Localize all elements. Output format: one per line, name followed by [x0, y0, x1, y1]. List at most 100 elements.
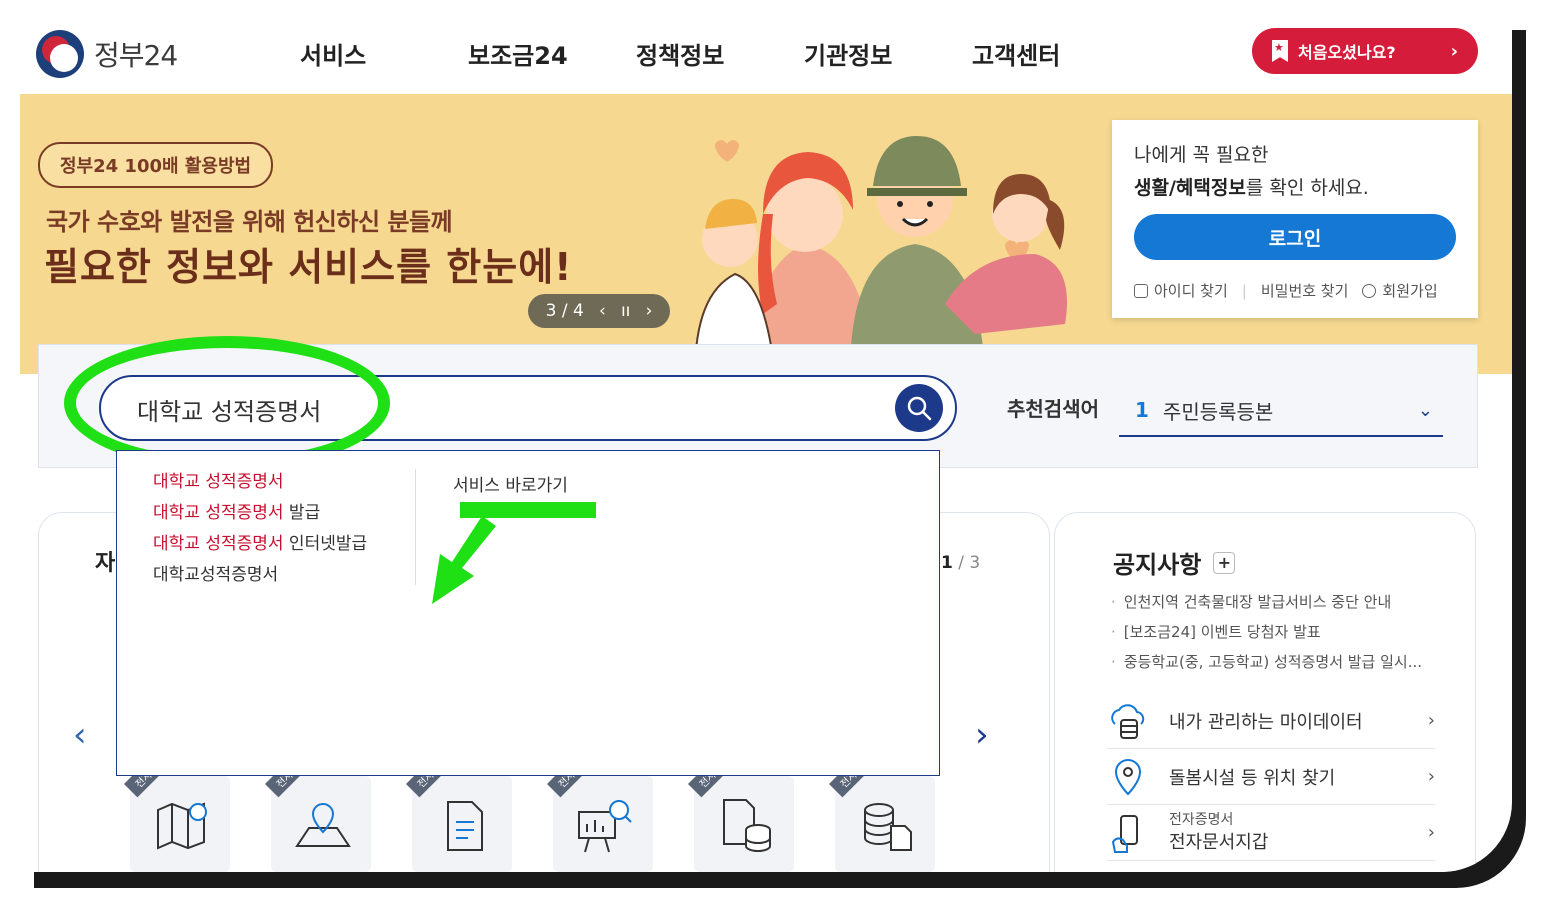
pager-current: 1 — [941, 553, 953, 573]
service-tile[interactable]: 전자증명 — [124, 746, 230, 872]
recommended-term[interactable]: 주민등록등본 — [1163, 396, 1273, 425]
phone-hand-icon — [1111, 814, 1138, 853]
quick-link-mydata[interactable]: 내가 관리하는 마이데이터 › — [1107, 693, 1435, 749]
slide-controls: 3 / 4 ‹ ıı › — [528, 294, 670, 328]
notice-item[interactable]: 중등학교(중, 고등학교) 성적증명서 발급 일시... — [1111, 651, 1422, 681]
pager-total: / 3 — [958, 553, 981, 573]
hero-subtitle: 국가 수호와 발전을 위해 헌신하신 분들께 — [46, 208, 453, 236]
first-visit-button[interactable]: 처음오셨나요? › — [1252, 28, 1478, 74]
nav-item-agency[interactable]: 기관정보 — [804, 36, 972, 71]
map-icon — [157, 802, 207, 850]
find-password-link[interactable]: 비밀번호 찾기 — [1261, 280, 1349, 301]
autocomplete-rest: 대학교성적증명서 — [153, 565, 279, 585]
document-icon — [447, 801, 483, 851]
chevron-right-icon: › — [1450, 40, 1458, 62]
chevron-right-icon: › — [1427, 822, 1435, 843]
find-id-label: 아이디 찾기 — [1154, 282, 1228, 300]
hero-banner[interactable]: 정부24 100배 활용방법 국가 수호와 발전을 위해 헌신하신 분들께 필요… — [20, 94, 1512, 374]
login-button[interactable]: 로그인 — [1134, 214, 1456, 260]
cloud-database-icon — [1111, 703, 1145, 739]
login-message-line2: 생활/혜택정보를 확인 하세요. — [1134, 173, 1456, 200]
service-tile[interactable]: 전자증명 — [547, 746, 653, 872]
quick-link-wallet[interactable]: 전자증명서 전자문서지갑 › — [1107, 805, 1435, 861]
autocomplete-highlight: 대학교 성적증명서 — [153, 472, 284, 492]
plus-icon[interactable]: + — [1213, 551, 1236, 574]
notice-item[interactable]: 인천지역 건축물대장 발급서비스 중단 안내 — [1111, 591, 1422, 621]
nav-item-subsidy[interactable]: 보조금24 — [468, 36, 636, 71]
first-visit-label: 처음오셨나요? — [1298, 43, 1396, 62]
autocomplete-item[interactable]: 대학교 성적증명서 인터넷발급 — [153, 533, 367, 564]
notice-card: 공지사항 + 인천지역 건축물대장 발급서비스 중단 안내 [보조금24] 이벤… — [1054, 512, 1476, 872]
logo-text: 정부24 — [94, 39, 178, 72]
annotation-arrow-icon — [432, 516, 496, 604]
browser-frame: 정부24 서비스 보조금24 정책정보 기관정보 고객센터 처음오셨나요? › … — [20, 14, 1512, 872]
notice-item[interactable]: [보조금24] 이벤트 당첨자 발표 — [1111, 621, 1422, 651]
service-shortcut-label[interactable]: 서비스 바로가기 — [453, 471, 568, 496]
quick-link-label: 내가 관리하는 마이데이터 — [1169, 711, 1363, 733]
prev-arrow-icon[interactable]: ‹ — [73, 715, 87, 755]
nav-item-support[interactable]: 고객센터 — [972, 36, 1140, 71]
quick-link-mainlabel: 전자문서지갑 — [1169, 831, 1269, 853]
autocomplete-rest: 인터넷발급 — [283, 534, 368, 554]
service-tile[interactable]: 전자증명 — [688, 746, 794, 872]
service-tile[interactable]: 전자증명 — [265, 746, 371, 872]
slide-indicator: 3 / 4 — [545, 301, 584, 321]
chevron-right-icon: › — [1427, 766, 1435, 787]
signup-label: 회원가입 — [1382, 282, 1438, 300]
prev-slide-icon[interactable]: ‹ — [599, 301, 606, 321]
login-message-bold: 생활/혜택정보 — [1134, 177, 1246, 199]
pause-icon[interactable]: ıı — [621, 301, 630, 321]
chart-search-icon — [578, 800, 632, 853]
login-links: 아이디 찾기 | 비밀번호 찾기 회원가입 — [1134, 280, 1456, 301]
recommended-search-dropdown[interactable]: 1 주민등록등본 ⌄ — [1119, 385, 1443, 437]
nav-item-services[interactable]: 서비스 — [300, 36, 468, 71]
header: 정부24 서비스 보조금24 정책정보 기관정보 고객센터 처음오셨나요? › — [20, 14, 1512, 94]
services-pager: 1 / 3 — [941, 553, 980, 573]
autocomplete-highlight: 대학교 성적증명서 — [153, 534, 284, 554]
search-button[interactable] — [895, 384, 943, 432]
chevron-right-icon: › — [1427, 710, 1435, 731]
services-card-title: 자 — [95, 551, 116, 576]
hero-badge[interactable]: 정부24 100배 활용방법 — [38, 142, 274, 188]
autocomplete-list: 대학교 성적증명서 대학교 성적증명서 발급 대학교 성적증명서 인터넷발급 대… — [153, 471, 367, 595]
divider: | — [1241, 281, 1247, 300]
user-icon — [1362, 283, 1377, 298]
nav-item-policy[interactable]: 정책정보 — [636, 36, 804, 71]
quick-link-care-location[interactable]: 돌봄시설 등 위치 찾기 › — [1107, 749, 1435, 805]
login-box: 나에게 꼭 필요한 생활/혜택정보를 확인 하세요. 로그인 아이디 찾기 | … — [1112, 120, 1478, 318]
recommended-search-label: 추천검색어 — [1007, 397, 1099, 421]
location-map-icon — [295, 802, 351, 847]
database-document-icon — [864, 803, 912, 851]
family-illustration — [693, 136, 1067, 374]
main-nav: 서비스 보조금24 정책정보 기관정보 고객센터 — [300, 36, 1140, 71]
autocomplete-item[interactable]: 대학교 성적증명서 — [153, 471, 367, 502]
quick-links: 내가 관리하는 마이데이터 › 돌봄시설 등 위치 찾기 › 전자증명서 전자문서… — [1107, 693, 1435, 861]
recommended-rank: 1 — [1135, 398, 1149, 422]
bookmark-icon — [1272, 40, 1288, 62]
government-emblem-icon — [36, 30, 84, 78]
location-pin-icon — [1114, 758, 1142, 795]
service-tile-row: 전자증명 전자증명 전자증명 전자증명 — [124, 746, 935, 872]
next-slide-icon[interactable]: › — [646, 301, 653, 321]
document-database-icon — [723, 799, 771, 852]
autocomplete-rest: 발급 — [283, 503, 321, 523]
chevron-down-icon[interactable]: ⌄ — [1418, 400, 1433, 421]
autocomplete-divider — [415, 469, 416, 585]
hero-title: 필요한 정보와 서비스를 한눈에! — [44, 245, 573, 289]
autocomplete-item[interactable]: 대학교성적증명서 — [153, 564, 367, 595]
notice-title: 공지사항 + — [1113, 545, 1236, 580]
signup-link[interactable]: 회원가입 — [1362, 280, 1438, 301]
notice-list: 인천지역 건축물대장 발급서비스 중단 안내 [보조금24] 이벤트 당첨자 발… — [1111, 591, 1422, 681]
find-id-link[interactable]: 아이디 찾기 — [1134, 280, 1228, 301]
autocomplete-item[interactable]: 대학교 성적증명서 발급 — [153, 502, 367, 533]
service-tile[interactable]: 전자증명 — [406, 746, 512, 872]
quick-link-label: 돌봄시설 등 위치 찾기 — [1169, 767, 1336, 789]
find-password-label: 비밀번호 찾기 — [1260, 282, 1349, 300]
site-logo[interactable]: 정부24 — [36, 30, 178, 78]
service-tile[interactable]: 전자증명 — [829, 746, 935, 872]
lock-icon — [1134, 283, 1148, 298]
search-icon — [907, 396, 932, 421]
next-arrow-icon[interactable]: › — [975, 715, 989, 755]
notice-heading: 공지사항 — [1113, 551, 1202, 579]
autocomplete-highlight: 대학교 성적증명서 — [153, 503, 284, 523]
